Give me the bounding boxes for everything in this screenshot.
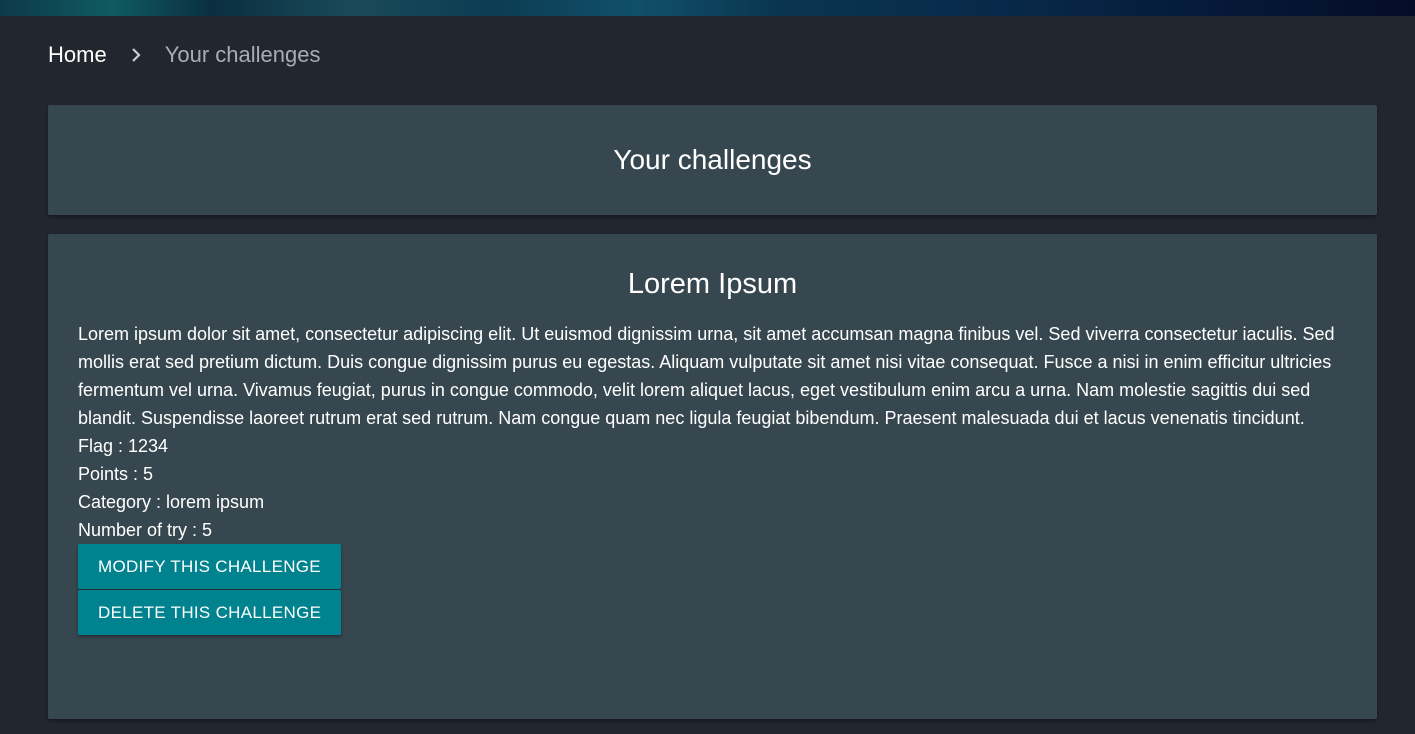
challenge-category: Category : lorem ipsum xyxy=(78,492,265,512)
challenge-tries: Number of try : 5 xyxy=(78,520,213,540)
challenge-title: Lorem Ipsum xyxy=(627,268,798,300)
modify-button-row: Modify this challenge xyxy=(78,544,1347,590)
challenge-points: Points : 5 xyxy=(78,464,154,484)
delete-button-row: Delete this challenge xyxy=(78,590,1347,636)
chevron-right-icon xyxy=(107,47,165,63)
breadcrumb-home-link[interactable]: Home xyxy=(48,42,107,68)
header-banner-image xyxy=(0,0,1415,16)
breadcrumb: Home Your challenges xyxy=(48,40,320,70)
page-title: Your challenges xyxy=(613,144,812,175)
breadcrumb-current: Your challenges xyxy=(164,42,321,67)
page-title-card: Your challenges xyxy=(48,105,1377,215)
challenge-description: Lorem ipsum dolor sit amet, consectetur … xyxy=(78,324,1335,428)
modify-challenge-button[interactable]: Modify this challenge xyxy=(78,544,341,589)
challenge-flag: Flag : 1234 xyxy=(78,436,169,456)
challenge-card: Lorem Ipsum Lorem ipsum dolor sit amet, … xyxy=(48,234,1377,719)
delete-challenge-button[interactable]: Delete this challenge xyxy=(78,590,342,635)
